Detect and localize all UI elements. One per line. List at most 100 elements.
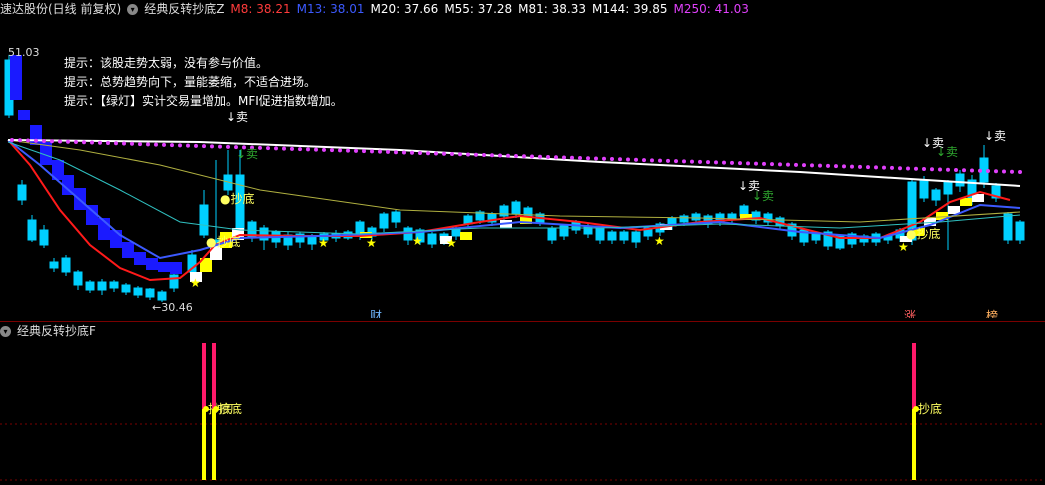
ma250-dot: [738, 161, 742, 166]
candle-body-14: [169, 274, 179, 289]
ma250-dot: [874, 165, 878, 170]
sub-chart-header: ▾ 经典反转抄底F: [0, 322, 102, 340]
ma250-dot: [482, 152, 486, 157]
candle-body-33: [403, 227, 413, 241]
candle-body-10: [121, 284, 131, 293]
candle-body-52: [631, 231, 641, 243]
candle-body-5: [61, 257, 71, 273]
star-marker-2: ★: [366, 236, 377, 250]
ma250-dot: [530, 154, 534, 159]
ma250-dot: [266, 146, 270, 151]
ma250-dot: [458, 152, 462, 157]
sub-indicator-name[interactable]: 经典反转抄底F: [17, 322, 96, 340]
ma250-dot: [810, 163, 814, 168]
trend-block-13: [158, 262, 170, 272]
ma250-dot: [306, 147, 310, 152]
ma250-dot: [778, 162, 782, 167]
ma250-dot: [674, 159, 678, 164]
ma250-dot: [290, 146, 294, 151]
ma250-dot: [666, 158, 670, 163]
ma250-dot: [106, 141, 110, 146]
ma250-dot: [26, 138, 30, 143]
ma250-dot: [770, 162, 774, 167]
candle-body-31: [379, 213, 389, 229]
candle-body-51: [619, 231, 629, 241]
ma250-dot: [346, 148, 350, 153]
ma250-dot: [690, 159, 694, 164]
ma250-dot: [154, 142, 158, 147]
trend-block-1: [18, 110, 30, 120]
trend-block-14: [170, 262, 182, 274]
ma250-dot: [18, 138, 22, 143]
candle-body-1: [17, 184, 27, 201]
ma250-dot: [882, 165, 886, 170]
candle-body-57: [691, 213, 701, 221]
sub-signal-bottom-2: [912, 409, 916, 480]
ma250-dot: [546, 155, 550, 160]
event-badge-2: 榜: [986, 308, 998, 318]
sub-signal-top-2: [912, 343, 916, 409]
ma250-dot: [722, 160, 726, 165]
ma250-dot: [554, 155, 558, 160]
candle-body-8: [97, 281, 107, 291]
ma250-dot: [338, 148, 342, 153]
ma250-dot: [210, 144, 214, 149]
ma250-dot: [162, 142, 166, 147]
price-chart[interactable]: ★★ ★ ★ ★ ★ ★51.03←30.46↓卖↓卖↓卖 ↓卖↓卖↓卖↓卖●抄底●抄底●抄…: [0, 0, 1045, 318]
candle-body-79: [955, 173, 965, 187]
ma250-dot: [466, 152, 470, 157]
buy-signal-2: ●抄底: [206, 234, 240, 249]
ma250-dot: [434, 151, 438, 156]
sub-signal-bottom-0: [202, 409, 206, 480]
trend-block-0: [10, 55, 22, 100]
sub-indicator-menu-icon[interactable]: ▾: [0, 325, 11, 337]
ma250-dot: [50, 139, 54, 144]
ma250-dot: [938, 167, 942, 172]
ma250-dot: [258, 145, 262, 150]
ma250-dot: [594, 156, 598, 161]
candle-body-67: [811, 233, 821, 241]
sell-signal-1: ↓卖: [226, 110, 248, 124]
ma250-dot: [570, 155, 574, 160]
ma250-dot: [498, 153, 502, 158]
ma250-dot: [170, 143, 174, 148]
ma250-dot: [906, 166, 910, 171]
star-marker-6: ★: [898, 240, 909, 254]
ma250-dot: [66, 139, 70, 144]
sell-signal-5: ↓卖: [236, 147, 258, 161]
ma250-dot: [634, 157, 638, 162]
ma250-dot: [922, 166, 926, 171]
price-low-label: ←30.46: [152, 301, 193, 314]
ma250-dot: [90, 140, 94, 145]
ma250-dot: [514, 154, 518, 158]
ma250-dot: [986, 168, 990, 173]
ma250-dot: [714, 160, 718, 165]
price-high-label: 51.03: [8, 46, 40, 59]
event-badge-0: 财: [370, 309, 382, 318]
ma250-dot: [82, 140, 86, 145]
ma250-dot: [658, 158, 662, 163]
ribbon-block-17: [960, 198, 972, 206]
ma250-dot: [626, 157, 630, 162]
ma250-dot: [74, 140, 78, 145]
sub-signal-label-1: 抄底: [218, 401, 242, 416]
ma250-dot: [178, 143, 182, 148]
ma250-dot: [202, 144, 206, 149]
ma81-line: [7, 139, 1021, 187]
ma250-dot: [122, 141, 126, 146]
ma250-dot: [586, 156, 590, 161]
ma250-dot: [962, 168, 966, 173]
ma250-dot: [98, 140, 102, 145]
ma250-dot: [42, 139, 46, 144]
ma250-dot: [562, 155, 566, 160]
ma250-dot: [858, 164, 862, 169]
star-marker-1: ★: [318, 236, 329, 250]
candle-body-12: [145, 288, 155, 298]
signal-chart[interactable]: 抄底抄底 抄底: [0, 340, 1045, 485]
ma250-dot: [794, 162, 798, 167]
ma250-dot: [418, 150, 422, 155]
sub-signal-top-1: [212, 343, 216, 409]
ma250-dot: [522, 154, 526, 159]
ma250-dot: [146, 142, 150, 147]
candle-body-78: [943, 181, 953, 195]
